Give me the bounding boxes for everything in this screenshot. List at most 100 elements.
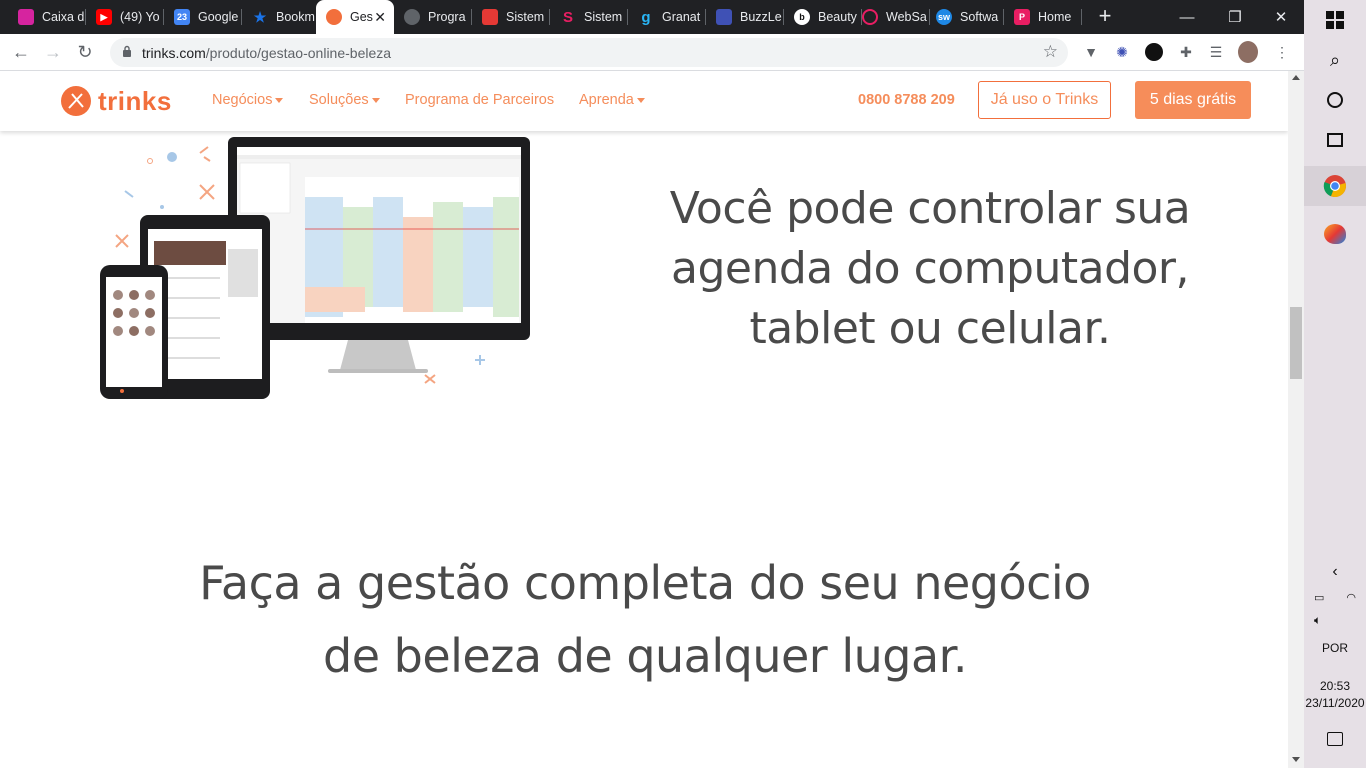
clock-time[interactable]: 20:53 [1304,677,1366,695]
reload-button[interactable]: ↻ [72,39,98,65]
tab-software[interactable]: sw Softwa [926,0,1004,34]
tab-title: Home [1038,10,1072,24]
devices-illustration [100,137,530,399]
tab-title: WebSa [886,10,927,24]
minimize-button[interactable]: — [1164,0,1210,34]
nav-label: Programa de Parceiros [405,92,555,108]
page-scrollbar[interactable] [1288,71,1304,768]
tab-strip: Caixa d ▶ (49) Yo 23 Google ★ Bookm Ges … [0,0,1304,34]
task-view-icon[interactable] [1304,126,1366,154]
globe-icon [404,9,420,25]
vpn-extension-icon[interactable]: ▼ [1081,42,1101,62]
tab-instagram[interactable]: Caixa d [8,0,86,34]
site-header: trinks Negócios Soluções Programa de Par… [0,71,1288,131]
search-icon[interactable]: ⌕ [1304,46,1366,74]
star-icon: ★ [253,8,267,25]
action-center-icon[interactable] [1304,728,1366,750]
tab-google-calendar[interactable]: 23 Google [164,0,242,34]
cortana-icon[interactable] [1304,86,1366,114]
headline-control-agenda: Você pode controlar sua agenda do comput… [640,179,1220,359]
tab-title: Progra [428,10,466,24]
url-host: trinks.com [142,45,206,61]
phone-number[interactable]: 0800 8788 209 [858,92,955,108]
clock-date[interactable]: 23/11/2020 [1304,694,1366,712]
tab-trinks-active[interactable]: Ges ✕ [316,0,394,34]
windows-logo-icon [1326,11,1344,29]
forward-button[interactable]: → [40,39,66,65]
tab-title: Caixa d [42,10,85,24]
trinks-icon [326,9,342,25]
tab-title: (49) Yo [120,10,160,24]
nav-solucoes[interactable]: Soluções [309,92,380,108]
bookmark-star-icon[interactable]: ☆ [1043,42,1058,62]
nav-label: Soluções [309,92,369,108]
tab-websa[interactable]: WebSa [852,0,930,34]
nav-programa-parceiros[interactable]: Programa de Parceiros [405,92,554,108]
tab-beauty[interactable]: b Beauty [784,0,862,34]
caret-down-icon [636,97,645,103]
flag-icon [482,9,498,25]
snowflake-extension-icon[interactable]: ✺ [1112,42,1132,62]
address-bar[interactable]: trinks.com/produto/gestao-online-beleza … [110,38,1068,67]
caret-down-icon [371,97,380,103]
logo-text: trinks [98,85,172,116]
paint-taskbar-icon[interactable] [1304,214,1366,254]
tab-programa[interactable]: Progra [394,0,472,34]
tab-title: Sistem [584,10,623,24]
tab-buzzlead[interactable]: BuzzLe [706,0,784,34]
restore-button[interactable]: ❐ [1212,0,1258,34]
new-tab-button[interactable]: + [1093,4,1117,28]
google-calendar-icon: 23 [174,9,190,25]
trinks-logo[interactable]: trinks [60,84,172,118]
show-hidden-icons-chevron-icon[interactable]: ‹ [1304,560,1366,584]
nav-aprenda[interactable]: Aprenda [579,92,645,108]
b-logo-icon: b [794,9,810,25]
chrome-taskbar-icon[interactable] [1304,166,1366,206]
tab-home[interactable]: P Home [1004,0,1082,34]
windows-taskbar: ⌕ ‹ ▭ ◠ 🔈︎ POR 20:53 23/11/2020 [1304,0,1366,768]
tab-title: Softwa [960,10,999,24]
webpage: trinks Negócios Soluções Programa de Par… [0,71,1288,768]
sw-logo-icon: sw [936,9,952,25]
input-language[interactable]: POR [1304,638,1366,658]
tab-title: Sistem [506,10,545,24]
tab-sistema-2[interactable]: S Sistem [550,0,628,34]
browser-toolbar: ← → ↻ trinks.com/produto/gestao-online-b… [0,34,1304,71]
scissors-logo-icon [61,86,91,116]
close-window-button[interactable]: ✕ [1258,0,1304,34]
tab-title: Google [198,10,239,24]
chrome-logo-icon [1323,175,1346,198]
windows-start-button[interactable] [1304,6,1366,34]
s-logo-icon: S [562,8,573,26]
tab-title: Bookm [276,10,315,24]
menu-kebab-icon[interactable]: ⋮ [1272,42,1292,62]
puzzle-extensions-icon[interactable]: ✚ [1176,42,1196,62]
url-path: /produto/gestao-online-beleza [205,45,392,61]
headline-line: Faça a gestão completa do seu negócio [199,556,1091,610]
p-logo-icon: P [1014,9,1030,25]
headline-complete-management: Faça a gestão completa do seu negócio de… [160,547,1130,693]
wave-extension-icon[interactable] [1144,42,1164,62]
wifi-icon[interactable]: ◠ [1304,588,1366,606]
g-logo-icon: g [641,8,651,26]
caret-down-icon [275,97,284,103]
tab-sistema-1[interactable]: Sistem [472,0,550,34]
media-queue-icon[interactable]: ☰ [1206,42,1226,62]
tab-granat[interactable]: g Granat [628,0,706,34]
back-button[interactable]: ← [8,39,34,65]
tab-youtube[interactable]: ▶ (49) Yo [86,0,164,34]
volume-icon[interactable]: 🔈︎ [1304,610,1366,630]
free-trial-button[interactable]: 5 dias grátis [1135,81,1251,119]
scroll-up-arrow-icon[interactable] [1292,75,1300,80]
tab-bookmarks[interactable]: ★ Bookm [242,0,320,34]
buzz-icon [716,9,732,25]
profile-avatar[interactable] [1238,41,1258,63]
close-tab-icon[interactable]: ✕ [374,9,386,26]
headline-line: Você pode controlar sua [669,183,1191,234]
lock-icon [123,45,131,57]
login-button[interactable]: Já uso o Trinks [978,81,1111,119]
headline-line: tablet ou celular. [749,303,1111,354]
scrollbar-thumb[interactable] [1290,307,1302,379]
scroll-down-arrow-icon[interactable] [1292,757,1300,762]
nav-negocios[interactable]: Negócios [212,92,284,108]
